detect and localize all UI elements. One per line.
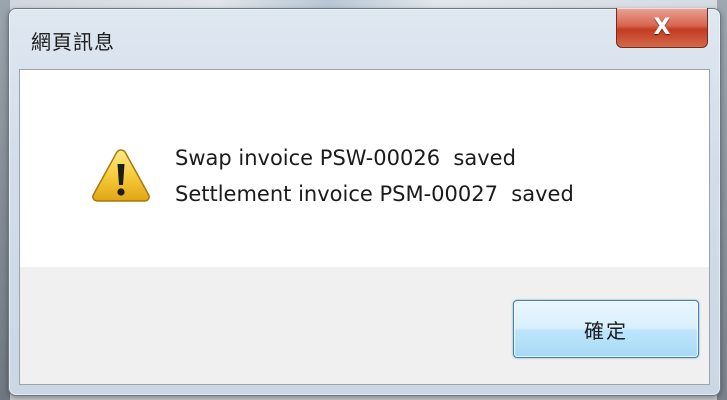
- message-line-swap: Swap invoice PSW-00026 saved: [175, 146, 516, 170]
- title-bar[interactable]: 網頁訊息 X: [9, 8, 720, 67]
- dialog-title: 網頁訊息: [31, 30, 115, 54]
- warning-icon: [92, 149, 150, 202]
- message-line-settlement: Settlement invoice PSM-00027 saved: [175, 182, 574, 206]
- ok-button[interactable]: 確定: [513, 300, 699, 358]
- message-dialog: 網頁訊息 X Swap invoice PSW-00026 saved Sett…: [8, 8, 721, 396]
- message-text: Swap invoice PSW-00026 saved Settlement …: [175, 140, 574, 212]
- message-area: Swap invoice PSW-00026 saved Settlement …: [20, 70, 709, 267]
- close-icon: X: [653, 14, 671, 40]
- close-button[interactable]: X: [616, 8, 708, 48]
- dialog-body: Swap invoice PSW-00026 saved Settlement …: [19, 69, 710, 385]
